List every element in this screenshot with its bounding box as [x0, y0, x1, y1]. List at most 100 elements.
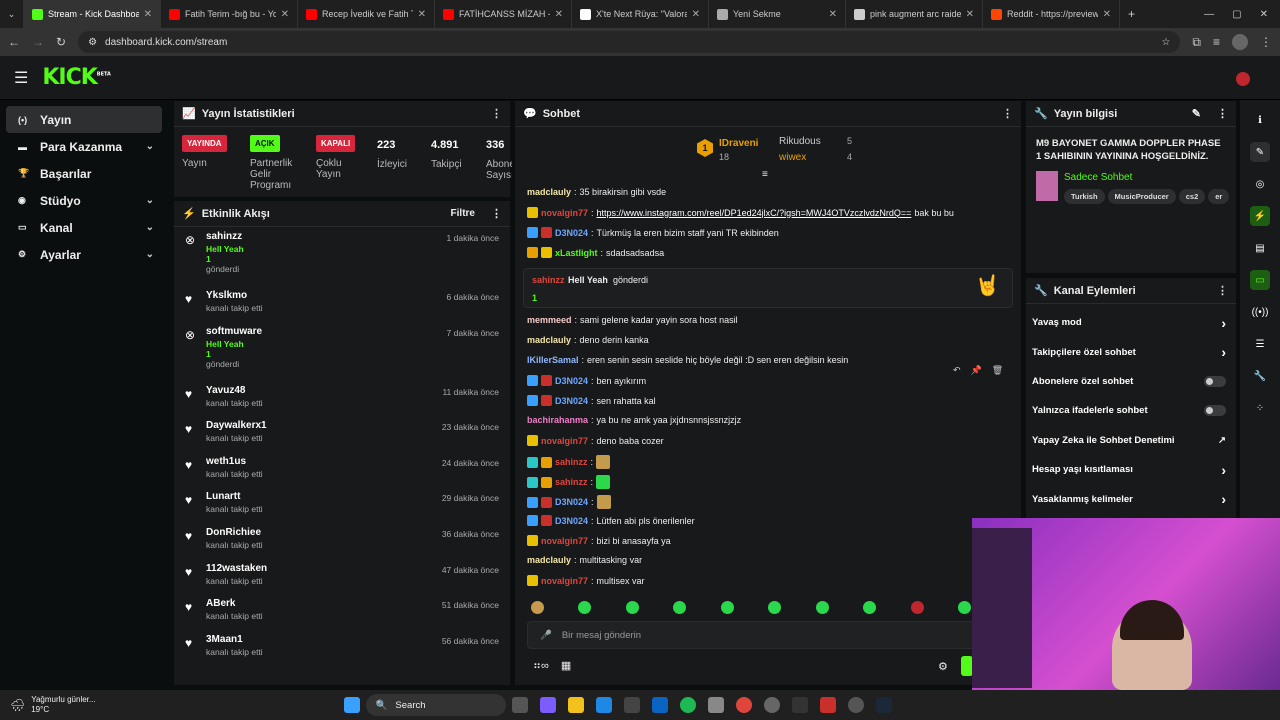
nav-item-settings[interactable]: ⚙ Ayarlar ⌄	[6, 241, 162, 268]
chat-message[interactable]: sahinzz:	[527, 475, 611, 489]
settings-icon[interactable]	[707, 697, 724, 713]
activity-item[interactable]: ♥ Daywalkerx1 kanalı takip etti 23 dakika ö…	[174, 416, 510, 452]
category-thumbnail[interactable]	[1036, 171, 1058, 201]
chat-username[interactable]: bachirahanma	[527, 415, 588, 425]
apps-icon[interactable]: ⁘	[1250, 398, 1270, 418]
tab-close-icon[interactable]: ✕	[829, 9, 837, 20]
chat-username[interactable]: sahinzz	[555, 457, 588, 467]
tool-icon[interactable]: 🔧	[1250, 366, 1270, 386]
emote-icon[interactable]	[578, 601, 592, 614]
chat-username[interactable]: madclauly	[527, 335, 571, 345]
collapse-pinned-icon[interactable]: ≡	[762, 169, 768, 180]
chat-username[interactable]: sahinzz	[555, 477, 588, 487]
chat-username[interactable]: IKillerSamal	[527, 355, 579, 365]
chat-message[interactable]: D3N024: Türkmüş la eren bizim staff yani …	[527, 227, 779, 238]
chat-input[interactable]: 🎤 Bir mesaj gönderin	[527, 621, 977, 649]
chat-message[interactable]: madclauly:35 birakirsin gibi vsde	[527, 187, 666, 197]
emote-icon[interactable]	[720, 601, 734, 614]
maximize-icon[interactable]: ▢	[1232, 9, 1241, 20]
stream-tag[interactable]: cs2	[1178, 189, 1206, 204]
browser-tab[interactable]: X'te Next Rüya: "Valorant ✕	[572, 0, 709, 28]
reload-icon[interactable]: ↻	[56, 35, 66, 49]
chat-message[interactable]: novalgin77: bizi bi anasayfa ya	[527, 535, 671, 546]
chat-message[interactable]: madclauly: multitasking var	[527, 555, 642, 565]
activity-item[interactable]: ♥ Ykslkmo kanalı takip etti 6 dakika önce	[174, 286, 510, 322]
media-icon[interactable]: ≡	[1213, 35, 1220, 49]
browser-menu-icon[interactable]: ⋮	[1260, 35, 1272, 49]
activity-item[interactable]: ♥ 112wastaken kanalı takip etti 47 dakika ö…	[174, 559, 510, 595]
chat-message[interactable]: novalgin77: https://www.instagram.com/ree…	[527, 207, 954, 218]
chat-username[interactable]: madclauly	[527, 187, 571, 197]
chat-username[interactable]: novalgin77	[541, 436, 588, 446]
chevron-down-icon[interactable]: ⌄	[146, 141, 154, 152]
emote-icon[interactable]	[957, 601, 971, 614]
steam-icon[interactable]	[875, 697, 892, 713]
app-icon[interactable]	[791, 697, 808, 713]
channel-action[interactable]: Hesap yaşı kısıtlaması ›	[1026, 455, 1236, 484]
emote-icon[interactable]	[673, 601, 687, 614]
site-info-icon[interactable]: ⚙	[88, 37, 97, 48]
channel-action[interactable]: Yapay Zeka ile Sohbet Denetimi ↗	[1026, 426, 1236, 455]
url-field[interactable]: ⚙ dashboard.kick.com/stream ☆	[78, 31, 1181, 53]
toggle-switch[interactable]	[1204, 375, 1226, 387]
info-icon[interactable]: ℹ	[1250, 110, 1270, 130]
chat-message[interactable]: D3N024: sen rahatta kal	[527, 395, 656, 406]
category-name[interactable]: Sadece Sohbet	[1064, 172, 1132, 183]
chat-settings-icon[interactable]: ⚙	[938, 660, 948, 673]
delete-icon[interactable]: 🗑	[992, 365, 1003, 376]
edit-icon[interactable]: ✎	[1192, 107, 1201, 120]
channel-action[interactable]: Takipçilere özel sohbet ›	[1026, 337, 1236, 366]
browser-tab[interactable]: Yeni Sekme ✕	[709, 0, 846, 28]
nav-item-money[interactable]: ▬ Para Kazanma ⌄	[6, 133, 162, 160]
chevron-down-icon[interactable]: ⌄	[146, 222, 154, 233]
message-link[interactable]: https://www.instagram.com/reel/DP1ed24jl…	[597, 208, 912, 218]
stream-tag[interactable]: MusicProducer	[1107, 189, 1176, 204]
forward-icon[interactable]: →	[32, 35, 44, 49]
weather-icon[interactable]: 🌧	[10, 698, 25, 712]
emote-icon[interactable]	[815, 601, 829, 614]
chat-message[interactable]: IKillerSamal: eren senin sesin seslide hi…	[527, 355, 848, 365]
tab-close-icon[interactable]: ✕	[692, 9, 700, 20]
toggle-switch[interactable]	[1204, 405, 1226, 417]
chat-username[interactable]: xLastlight	[555, 248, 598, 258]
chat-username[interactable]: D3N024	[555, 516, 588, 526]
chat-message[interactable]: xLastlight: sdadsadsadsa	[527, 247, 664, 258]
chat-username[interactable]: D3N024	[555, 228, 588, 238]
pin-icon[interactable]: 📌	[971, 365, 982, 376]
target-icon[interactable]: ◎	[1250, 174, 1270, 194]
profile-avatar[interactable]	[1232, 34, 1248, 50]
edge-icon[interactable]	[595, 697, 612, 713]
browser-tab[interactable]: Reddit - https://preview.a ✕	[983, 0, 1120, 28]
browser-tab[interactable]: Fatih Terim -bığ bu - YouT ✕	[161, 0, 298, 28]
emote-icon[interactable]	[625, 601, 639, 614]
windows-start-icon[interactable]	[343, 697, 360, 713]
lightning-icon[interactable]: ⚡	[1250, 206, 1270, 226]
stream-tag[interactable]: Turkish	[1064, 189, 1105, 204]
gifter-3-name[interactable]: wiwex	[779, 152, 806, 163]
chat-message[interactable]: bachirahanma: ya bu ne amk yaa jxjdnsnnsj…	[527, 415, 741, 425]
chat-message[interactable]: D3N024: ben ayıkırım	[527, 375, 646, 386]
chat-message[interactable]: D3N024: Lütfen abi pls önerilenler	[527, 515, 695, 526]
actions-menu-icon[interactable]: ⋮	[1217, 284, 1228, 297]
tab-close-icon[interactable]: ✕	[555, 9, 563, 20]
chat-message[interactable]: madclauly: deno derin kanka	[527, 335, 649, 345]
kick-logo[interactable]: KICKBETA	[42, 65, 111, 90]
channel-action[interactable]: Yavaş mod ›	[1026, 308, 1236, 337]
activity-item[interactable]: ♥ DonRichiee kanalı takip etti 36 dakika ön…	[174, 523, 510, 559]
chat-message[interactable]: novalgin77: multisex var	[527, 575, 645, 586]
copilot-icon[interactable]	[539, 697, 556, 713]
browser-tab[interactable]: Stream - Kick Dashboard ✕	[24, 0, 161, 28]
activity-menu-icon[interactable]: ⋮	[491, 207, 502, 220]
chevron-down-icon[interactable]: ⌄	[146, 195, 154, 206]
tab-close-icon[interactable]: ✕	[1103, 9, 1111, 20]
activity-item[interactable]: ♥ Lunartt kanalı takip etti 29 dakika önce	[174, 487, 510, 523]
store-icon[interactable]: ▦	[561, 659, 571, 672]
stream-tag[interactable]: er	[1208, 189, 1230, 204]
close-window-icon[interactable]: ✕	[1260, 9, 1268, 20]
gifter-2-name[interactable]: Rikudous	[779, 136, 821, 147]
info-menu-icon[interactable]: ⋮	[1217, 107, 1228, 120]
outlook-icon[interactable]	[651, 697, 668, 713]
broadcast-icon[interactable]: ((•))	[1250, 302, 1270, 322]
chat-username[interactable]: novalgin77	[541, 536, 588, 546]
doc-icon[interactable]: ▤	[1250, 238, 1270, 258]
